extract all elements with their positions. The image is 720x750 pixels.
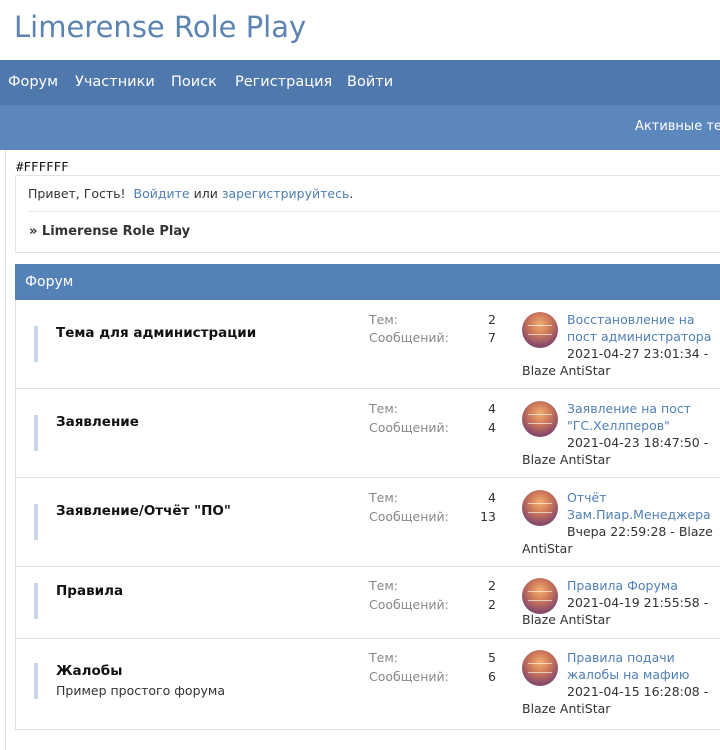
nav-forum[interactable]: Форум <box>8 74 58 90</box>
forum-title[interactable]: Правила <box>56 583 123 599</box>
topics-count: 5 <box>488 650 496 665</box>
main-navbar: Форум Участники Поиск Регистрация Войти <box>0 60 720 105</box>
greeting-text: Привет, Гость! <box>28 186 126 201</box>
forum-row[interactable]: Жалобы Пример простого форума Тем: 5 Соо… <box>16 639 720 730</box>
topics-label: Тем: <box>369 490 398 505</box>
last-post-date: 2021-04-19 21:55:58 - <box>567 595 709 610</box>
forum-row[interactable]: Тема для администрации Тем: 2 Сообщений:… <box>16 300 720 389</box>
forum-status-icon <box>34 326 38 362</box>
active-topics-link[interactable]: Активные темы <box>635 119 720 134</box>
last-post-date: 2021-04-27 23:01:34 - <box>567 346 709 361</box>
last-post-title[interactable]: Правила подачи жалобы на мафию <box>522 649 720 683</box>
last-post-date: 2021-04-15 16:28:08 - <box>567 684 709 699</box>
last-post: Правила подачи жалобы на мафию 2021-04-1… <box>522 649 720 717</box>
nav-register[interactable]: Регистрация <box>235 74 332 90</box>
posts-count: 2 <box>488 597 496 612</box>
posts-count: 7 <box>488 330 496 345</box>
last-post: Восстановление на пост администратора 20… <box>522 311 720 379</box>
greeting-or: или <box>193 186 218 201</box>
topics-label: Тем: <box>369 312 398 327</box>
last-post-title[interactable]: Заявление на пост "ГС.Хеллперов" <box>522 400 720 434</box>
register-link[interactable]: зарегистрируйтесь <box>222 186 350 201</box>
last-post-author: AntiStar <box>522 541 573 556</box>
topics-count: 2 <box>488 312 496 327</box>
forum-status-icon <box>34 504 38 540</box>
posts-count: 4 <box>488 420 496 435</box>
posts-count: 6 <box>488 669 496 684</box>
posts-count: 13 <box>480 509 496 524</box>
forum-category-title[interactable]: Форум <box>25 274 73 290</box>
forum-category-header: Форум <box>15 264 720 300</box>
last-post: Заявление на пост "ГС.Хеллперов" 2021-04… <box>522 400 720 468</box>
forum-status-icon <box>34 583 38 619</box>
last-post-title[interactable]: Отчёт Зам.Пиар.Менеджера <box>522 489 720 523</box>
forum-row[interactable]: Заявление/Отчёт "ПО" Тем: 4 Сообщений: 1… <box>16 478 720 567</box>
forum-status-icon <box>34 415 38 451</box>
last-post-title[interactable]: Правила Форума <box>522 577 720 594</box>
forum-table: Тема для администрации Тем: 2 Сообщений:… <box>15 300 720 730</box>
sub-navbar: Активные темы <box>0 105 720 150</box>
forum-title[interactable]: Заявление/Отчёт "ПО" <box>56 503 231 519</box>
site-title[interactable]: Limerense Role Play <box>14 10 306 44</box>
forum-row[interactable]: Заявление Тем: 4 Сообщений: 4 Заявление … <box>16 389 720 478</box>
topics-count: 4 <box>488 401 496 416</box>
last-post-title[interactable]: Восстановление на пост администратора <box>522 311 720 345</box>
last-post: Правила Форума 2021-04-19 21:55:58 - Bla… <box>522 577 720 628</box>
greeting-suffix: . <box>349 186 354 201</box>
nav-login[interactable]: Войти <box>347 74 393 90</box>
login-link[interactable]: Войдите <box>134 186 190 201</box>
topics-label: Тем: <box>369 401 398 416</box>
code-text: #FFFFFF <box>16 159 69 174</box>
forum-status-icon <box>34 663 38 699</box>
greeting-line: Привет, Гость! Войдите или зарегистрируй… <box>28 186 353 201</box>
last-post-date: Вчера 22:59:28 - Blaze <box>567 524 713 539</box>
topics-count: 2 <box>488 578 496 593</box>
forum-description: Пример простого форума <box>56 683 225 698</box>
last-post-date: 2021-04-23 18:47:50 - <box>567 435 709 450</box>
forum-row[interactable]: Правила Тем: 2 Сообщений: 2 Правила Фору… <box>16 567 720 639</box>
nav-members[interactable]: Участники <box>75 74 155 90</box>
topics-count: 4 <box>488 490 496 505</box>
forum-title[interactable]: Заявление <box>56 414 139 430</box>
last-post-author: Blaze AntiStar <box>522 612 611 627</box>
nav-search[interactable]: Поиск <box>171 74 217 90</box>
topics-label: Тем: <box>369 650 398 665</box>
forum-title[interactable]: Жалобы <box>56 663 122 679</box>
greeting-divider <box>28 211 720 212</box>
last-post: Отчёт Зам.Пиар.Менеджера Вчера 22:59:28 … <box>522 489 720 557</box>
last-post-author: Blaze AntiStar <box>522 452 611 467</box>
breadcrumb[interactable]: » Limerense Role Play <box>29 224 190 239</box>
topics-label: Тем: <box>369 578 398 593</box>
last-post-author: Blaze AntiStar <box>522 701 611 716</box>
last-post-author: Blaze AntiStar <box>522 363 611 378</box>
forum-title[interactable]: Тема для администрации <box>56 325 256 341</box>
